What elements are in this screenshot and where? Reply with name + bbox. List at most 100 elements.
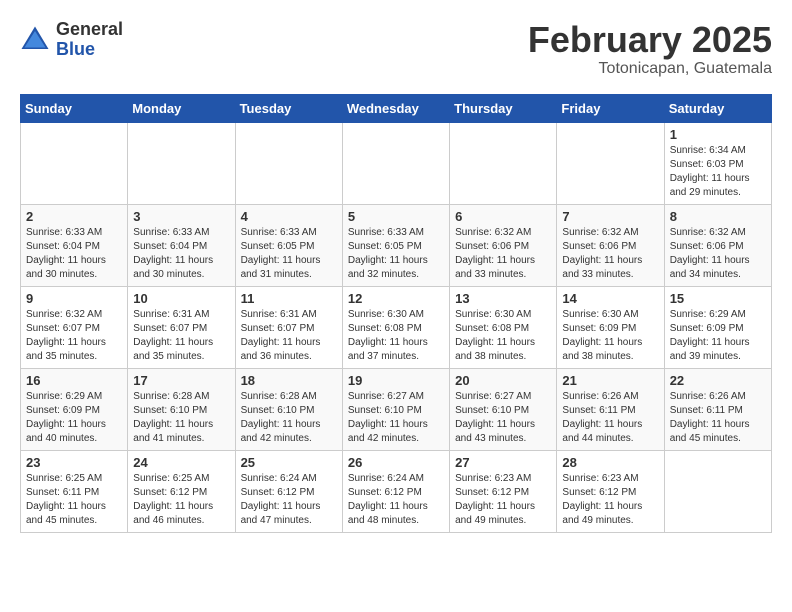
calendar-cell: 24 Sunrise: 6:25 AM Sunset: 6:12 PM Dayli… (128, 450, 235, 532)
day-info: Sunrise: 6:34 AM Sunset: 6:03 PM Dayligh… (670, 144, 766, 200)
day-number: 18 (241, 373, 337, 388)
day-info: Sunrise: 6:24 AM Sunset: 6:12 PM Dayligh… (348, 472, 444, 528)
calendar-cell: 11Sunrise: 6:31 AM Sunset: 6:07 PM Dayli… (235, 286, 342, 368)
day-number: 24 (133, 455, 229, 470)
calendar-cell: 23 Sunrise: 6:25 AM Sunset: 6:11 PM Dayli… (21, 450, 128, 532)
weekday-header-thursday: Thursday (450, 94, 557, 122)
page-header: General Blue February 2025 Totonicapan, … (20, 20, 772, 78)
day-number: 3 (133, 209, 229, 224)
day-info: Sunrise: 6:27 AM Sunset: 6:10 PM Dayligh… (348, 390, 444, 446)
calendar-cell (557, 122, 664, 204)
day-info: Sunrise: 6:23 AM Sunset: 6:12 PM Dayligh… (562, 472, 658, 528)
day-info: Sunrise: 6:30 AM Sunset: 6:08 PM Dayligh… (348, 308, 444, 364)
day-number: 9 (26, 291, 122, 306)
logo: General Blue (20, 20, 123, 60)
day-info: Sunrise: 6:30 AM Sunset: 6:08 PM Dayligh… (455, 308, 551, 364)
calendar-cell: 3 Sunrise: 6:33 AM Sunset: 6:04 PM Daylig… (128, 204, 235, 286)
calendar-cell: 20Sunrise: 6:27 AM Sunset: 6:10 PM Dayli… (450, 368, 557, 450)
title-block: February 2025 Totonicapan, Guatemala (528, 20, 772, 78)
calendar-table: SundayMondayTuesdayWednesdayThursdayFrid… (20, 94, 772, 533)
day-info: Sunrise: 6:29 AM Sunset: 6:09 PM Dayligh… (26, 390, 122, 446)
day-info: Sunrise: 6:32 AM Sunset: 6:06 PM Dayligh… (562, 226, 658, 282)
day-number: 8 (670, 209, 766, 224)
calendar-cell: 25 Sunrise: 6:24 AM Sunset: 6:12 PM Dayli… (235, 450, 342, 532)
calendar-cell: 8 Sunrise: 6:32 AM Sunset: 6:06 PM Daylig… (664, 204, 771, 286)
weekday-header-tuesday: Tuesday (235, 94, 342, 122)
day-info: Sunrise: 6:24 AM Sunset: 6:12 PM Dayligh… (241, 472, 337, 528)
calendar-cell: 14 Sunrise: 6:30 AM Sunset: 6:09 PM Dayli… (557, 286, 664, 368)
calendar-header: SundayMondayTuesdayWednesdayThursdayFrid… (21, 94, 772, 122)
day-number: 7 (562, 209, 658, 224)
calendar-cell: 15Sunrise: 6:29 AM Sunset: 6:09 PM Dayli… (664, 286, 771, 368)
calendar-week-3: 9 Sunrise: 6:32 AM Sunset: 6:07 PM Daylig… (21, 286, 772, 368)
calendar-cell: 5 Sunrise: 6:33 AM Sunset: 6:05 PM Daylig… (342, 204, 449, 286)
logo-text: General Blue (56, 20, 123, 60)
calendar-cell: 12 Sunrise: 6:30 AM Sunset: 6:08 PM Dayli… (342, 286, 449, 368)
calendar-cell: 9 Sunrise: 6:32 AM Sunset: 6:07 PM Daylig… (21, 286, 128, 368)
day-info: Sunrise: 6:27 AM Sunset: 6:10 PM Dayligh… (455, 390, 551, 446)
day-number: 12 (348, 291, 444, 306)
calendar-cell (342, 122, 449, 204)
day-number: 22 (670, 373, 766, 388)
calendar-cell (128, 122, 235, 204)
day-number: 21 (562, 373, 658, 388)
day-number: 26 (348, 455, 444, 470)
calendar-cell (21, 122, 128, 204)
logo-blue: Blue (56, 40, 123, 60)
day-number: 27 (455, 455, 551, 470)
day-number: 6 (455, 209, 551, 224)
calendar-cell: 21 Sunrise: 6:26 AM Sunset: 6:11 PM Dayli… (557, 368, 664, 450)
weekday-header-wednesday: Wednesday (342, 94, 449, 122)
weekday-header-monday: Monday (128, 94, 235, 122)
day-info: Sunrise: 6:32 AM Sunset: 6:07 PM Dayligh… (26, 308, 122, 364)
day-info: Sunrise: 6:32 AM Sunset: 6:06 PM Dayligh… (670, 226, 766, 282)
logo-icon (20, 25, 50, 55)
calendar-body: 1 Sunrise: 6:34 AM Sunset: 6:03 PM Daylig… (21, 122, 772, 532)
day-number: 4 (241, 209, 337, 224)
day-info: Sunrise: 6:29 AM Sunset: 6:09 PM Dayligh… (670, 308, 766, 364)
calendar-cell: 7 Sunrise: 6:32 AM Sunset: 6:06 PM Daylig… (557, 204, 664, 286)
calendar-cell: 28Sunrise: 6:23 AM Sunset: 6:12 PM Dayli… (557, 450, 664, 532)
calendar-cell: 6 Sunrise: 6:32 AM Sunset: 6:06 PM Daylig… (450, 204, 557, 286)
day-info: Sunrise: 6:26 AM Sunset: 6:11 PM Dayligh… (670, 390, 766, 446)
weekday-row: SundayMondayTuesdayWednesdayThursdayFrid… (21, 94, 772, 122)
day-number: 23 (26, 455, 122, 470)
day-number: 2 (26, 209, 122, 224)
day-info: Sunrise: 6:33 AM Sunset: 6:05 PM Dayligh… (348, 226, 444, 282)
calendar-cell: 22 Sunrise: 6:26 AM Sunset: 6:11 PM Dayli… (664, 368, 771, 450)
calendar-title: February 2025 (528, 20, 772, 60)
calendar-cell: 27 Sunrise: 6:23 AM Sunset: 6:12 PM Dayli… (450, 450, 557, 532)
day-info: Sunrise: 6:33 AM Sunset: 6:04 PM Dayligh… (133, 226, 229, 282)
day-number: 1 (670, 127, 766, 142)
day-info: Sunrise: 6:31 AM Sunset: 6:07 PM Dayligh… (241, 308, 337, 364)
calendar-week-2: 2 Sunrise: 6:33 AM Sunset: 6:04 PM Daylig… (21, 204, 772, 286)
day-info: Sunrise: 6:28 AM Sunset: 6:10 PM Dayligh… (133, 390, 229, 446)
day-info: Sunrise: 6:25 AM Sunset: 6:11 PM Dayligh… (26, 472, 122, 528)
day-number: 10 (133, 291, 229, 306)
calendar-cell (664, 450, 771, 532)
day-info: Sunrise: 6:30 AM Sunset: 6:09 PM Dayligh… (562, 308, 658, 364)
day-info: Sunrise: 6:25 AM Sunset: 6:12 PM Dayligh… (133, 472, 229, 528)
day-info: Sunrise: 6:23 AM Sunset: 6:12 PM Dayligh… (455, 472, 551, 528)
weekday-header-sunday: Sunday (21, 94, 128, 122)
day-number: 25 (241, 455, 337, 470)
calendar-cell (235, 122, 342, 204)
day-info: Sunrise: 6:28 AM Sunset: 6:10 PM Dayligh… (241, 390, 337, 446)
calendar-cell: 10Sunrise: 6:31 AM Sunset: 6:07 PM Dayli… (128, 286, 235, 368)
day-number: 17 (133, 373, 229, 388)
calendar-cell: 4Sunrise: 6:33 AM Sunset: 6:05 PM Daylig… (235, 204, 342, 286)
calendar-cell (450, 122, 557, 204)
day-info: Sunrise: 6:33 AM Sunset: 6:04 PM Dayligh… (26, 226, 122, 282)
calendar-cell: 2 Sunrise: 6:33 AM Sunset: 6:04 PM Daylig… (21, 204, 128, 286)
calendar-cell: 1 Sunrise: 6:34 AM Sunset: 6:03 PM Daylig… (664, 122, 771, 204)
weekday-header-saturday: Saturday (664, 94, 771, 122)
calendar-cell: 13Sunrise: 6:30 AM Sunset: 6:08 PM Dayli… (450, 286, 557, 368)
day-info: Sunrise: 6:32 AM Sunset: 6:06 PM Dayligh… (455, 226, 551, 282)
day-info: Sunrise: 6:26 AM Sunset: 6:11 PM Dayligh… (562, 390, 658, 446)
logo-general: General (56, 20, 123, 40)
calendar-cell: 16 Sunrise: 6:29 AM Sunset: 6:09 PM Dayli… (21, 368, 128, 450)
day-number: 16 (26, 373, 122, 388)
day-number: 5 (348, 209, 444, 224)
calendar-week-4: 16 Sunrise: 6:29 AM Sunset: 6:09 PM Dayli… (21, 368, 772, 450)
day-number: 14 (562, 291, 658, 306)
